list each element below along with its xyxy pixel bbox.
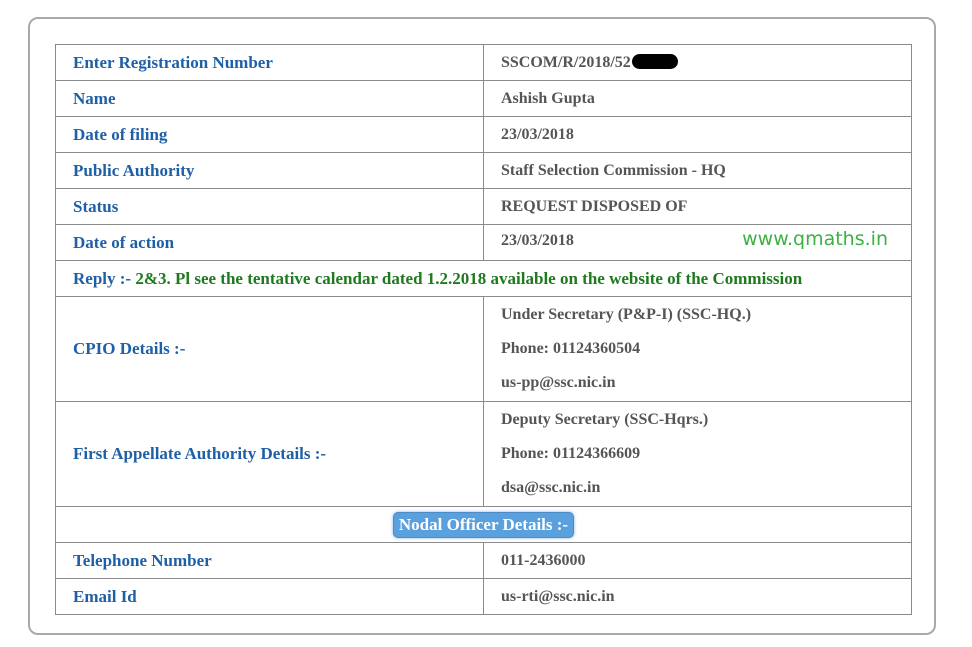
email-id-label: Email Id [55, 578, 484, 615]
nodal-officer-button[interactable]: Nodal Officer Details :- [392, 511, 575, 538]
table-row: Status REQUEST DISPOSED OF [55, 188, 912, 225]
table-row: Name Ashish Gupta [55, 80, 912, 117]
name-label: Name [55, 80, 484, 117]
table-row: Date of filing 23/03/2018 [55, 116, 912, 153]
name-value: Ashish Gupta [483, 80, 912, 117]
appellate-designation: Deputy Secretary (SSC-Hqrs.) [501, 411, 709, 428]
date-of-action-label: Date of action [55, 224, 484, 261]
table-row: Public Authority Staff Selection Commiss… [55, 152, 912, 189]
cpio-details-label: CPIO Details :- [55, 296, 484, 402]
table-row: Telephone Number 011-2436000 [55, 542, 912, 579]
watermark-text: www.qmaths.in [742, 227, 888, 250]
email-id-value: us-rti@ssc.nic.in [483, 578, 912, 615]
table-row: Enter Registration Number SSCOM/R/2018/5… [55, 44, 912, 81]
registration-number-value: SSCOM/R/2018/52 [483, 44, 912, 81]
appellate-email: dsa@ssc.nic.in [501, 479, 601, 496]
public-authority-label: Public Authority [55, 152, 484, 189]
cpio-row: CPIO Details :- Under Secretary (P&P-I) … [55, 296, 912, 402]
date-of-filing-value: 23/03/2018 [483, 116, 912, 153]
redaction-mark [631, 53, 678, 69]
cpio-designation: Under Secretary (P&P-I) (SSC-HQ.) [501, 306, 752, 323]
reply-row: Reply :- 2&3. Pl see the tentative calen… [55, 260, 912, 297]
telephone-number-value: 011-2436000 [483, 542, 912, 579]
date-of-filing-label: Date of filing [55, 116, 484, 153]
nodal-header-row: Nodal Officer Details :- [55, 506, 912, 543]
appellate-authority-value: Deputy Secretary (SSC-Hqrs.) Phone: 0112… [483, 401, 912, 507]
telephone-number-label: Telephone Number [55, 542, 484, 579]
nodal-header-cell: Nodal Officer Details :- [55, 506, 912, 543]
registration-number-label: Enter Registration Number [55, 44, 484, 81]
appellate-row: First Appellate Authority Details :- Dep… [55, 401, 912, 507]
appellate-phone: Phone: 01124366609 [501, 445, 641, 462]
cpio-phone: Phone: 01124360504 [501, 340, 641, 357]
table-row: Date of action 23/03/2018 www.qmaths.in [55, 224, 912, 261]
status-value: REQUEST DISPOSED OF [483, 188, 912, 225]
cpio-details-value: Under Secretary (P&P-I) (SSC-HQ.) Phone:… [483, 296, 912, 402]
date-of-action-value: 23/03/2018 [501, 231, 574, 249]
reply-text: 2&3. Pl see the tentative calendar dated… [135, 268, 803, 288]
public-authority-value: Staff Selection Commission - HQ [483, 152, 912, 189]
rti-status-table: Enter Registration Number SSCOM/R/2018/5… [55, 44, 912, 615]
reply-cell: Reply :- 2&3. Pl see the tentative calen… [55, 260, 912, 297]
cpio-email: us-pp@ssc.nic.in [501, 374, 616, 391]
table-row: Email Id us-rti@ssc.nic.in [55, 578, 912, 615]
date-of-action-cell: 23/03/2018 www.qmaths.in [483, 224, 912, 261]
reply-label: Reply :- [73, 268, 132, 288]
registration-number-text: SSCOM/R/2018/52 [501, 53, 631, 71]
appellate-authority-label: First Appellate Authority Details :- [55, 401, 484, 507]
status-label: Status [55, 188, 484, 225]
